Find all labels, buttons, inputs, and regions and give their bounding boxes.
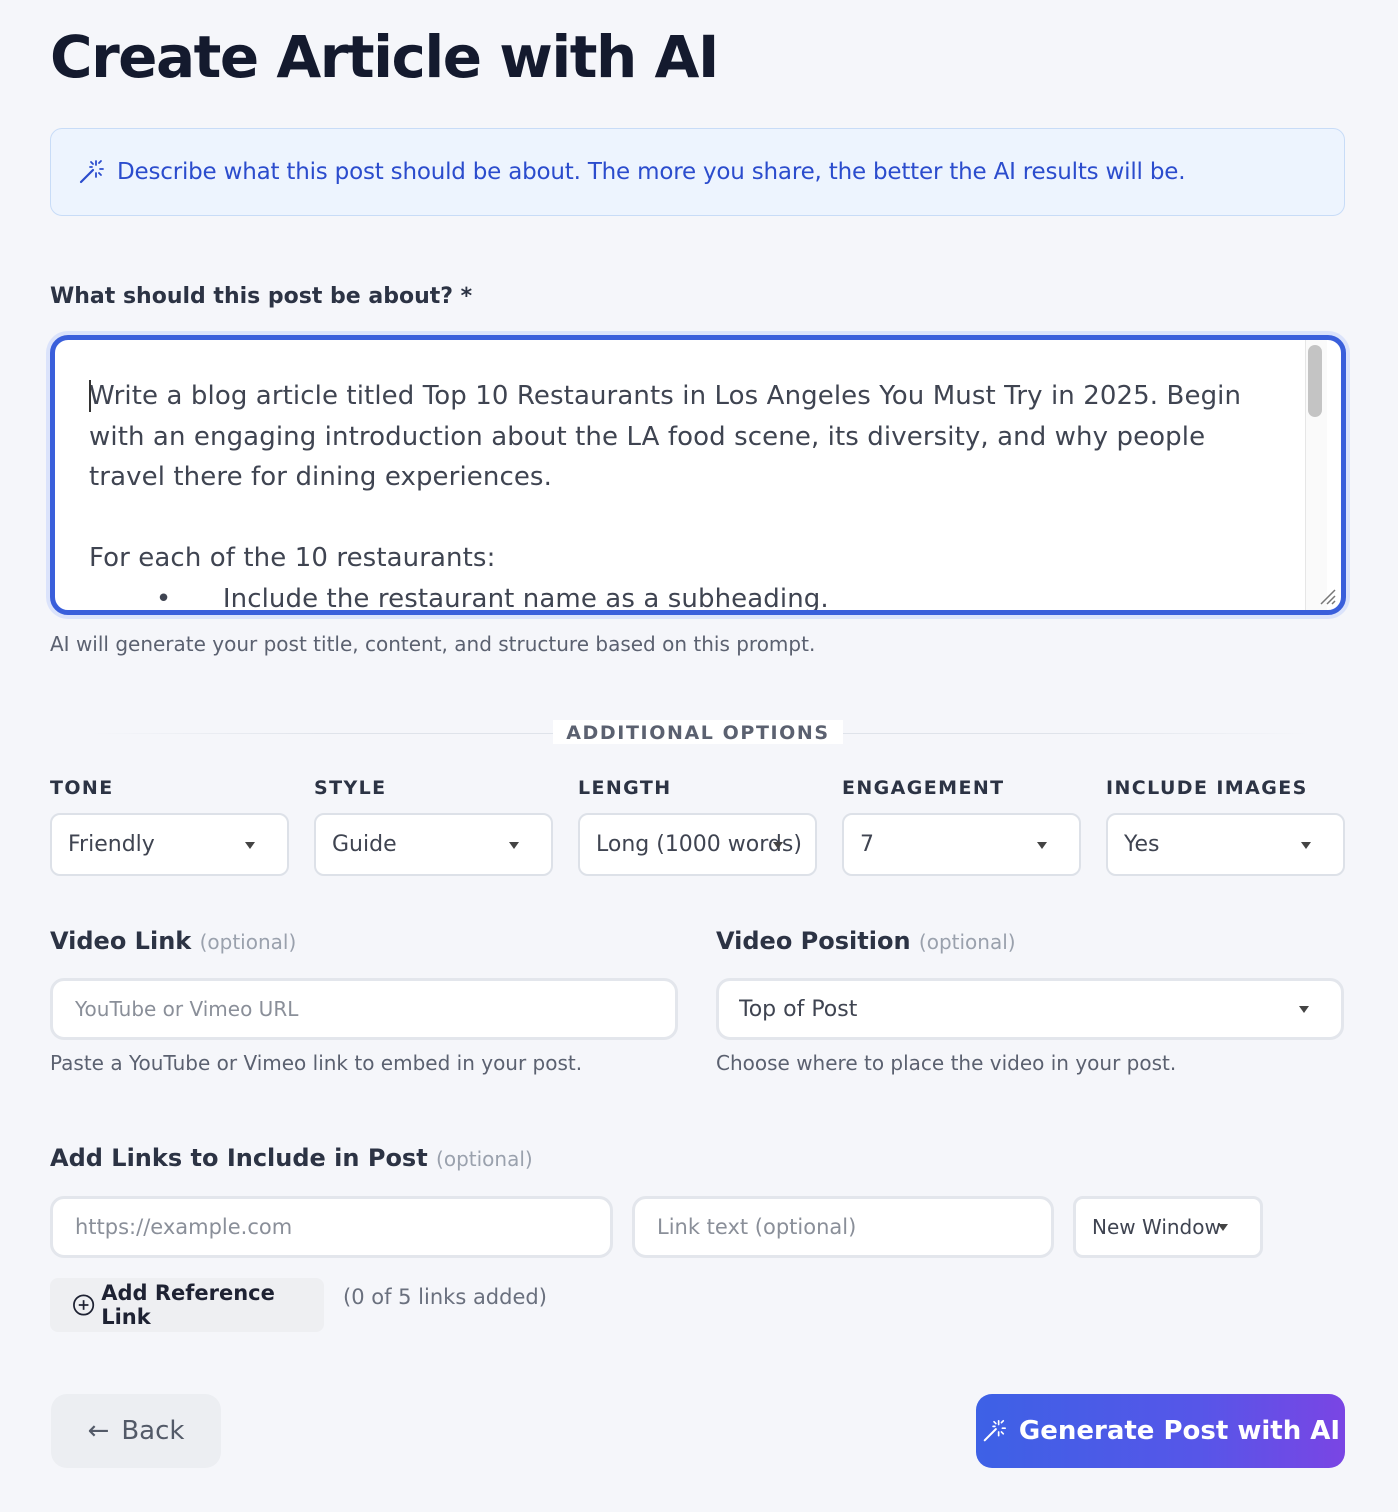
- video-link-input[interactable]: YouTube or Vimeo URL: [50, 978, 678, 1040]
- add-reference-link-label: Add Reference Link: [101, 1281, 275, 1329]
- page-title: Create Article with AI: [50, 23, 719, 91]
- generate-post-button[interactable]: Generate Post with AI: [976, 1394, 1345, 1468]
- textarea-scroll-thumb[interactable]: [1308, 345, 1322, 417]
- video-link-label-text: Video Link: [50, 927, 192, 955]
- link-target-select[interactable]: New Window: [1073, 1196, 1263, 1258]
- style-select[interactable]: Guide: [314, 813, 553, 876]
- video-link-label: Video Link (optional): [50, 927, 296, 955]
- optional-tag: (optional): [199, 930, 297, 954]
- include-images-select[interactable]: Yes: [1106, 813, 1345, 876]
- resize-grip-icon[interactable]: [1315, 584, 1337, 606]
- prompt-text[interactable]: Write a blog article titled Top 10 Resta…: [89, 376, 1281, 610]
- links-label: Add Links to Include in Post (optional): [50, 1144, 533, 1172]
- prompt-label: What should this post be about? *: [50, 284, 473, 309]
- video-link-placeholder: YouTube or Vimeo URL: [75, 997, 299, 1021]
- chevron-down-icon: [1299, 1006, 1309, 1013]
- video-link-hint: Paste a YouTube or Vimeo link to embed i…: [50, 1051, 583, 1075]
- video-position-hint: Choose where to place the video in your …: [716, 1051, 1177, 1075]
- magic-wand-icon: [79, 160, 104, 184]
- video-position-label: Video Position (optional): [716, 927, 1016, 955]
- optional-tag: (optional): [918, 930, 1016, 954]
- chevron-down-icon: [1301, 841, 1311, 849]
- video-position-label-text: Video Position: [716, 927, 911, 955]
- options-heading: ADDITIONAL OPTIONS: [553, 720, 843, 744]
- info-banner: Describe what this post should be about.…: [50, 128, 1345, 216]
- add-reference-link-button[interactable]: Add Reference Link: [50, 1278, 324, 1332]
- link-text-input[interactable]: Link text (optional): [632, 1196, 1054, 1258]
- link-text-placeholder: Link text (optional): [657, 1215, 857, 1239]
- prompt-hint: AI will generate your post title, conten…: [50, 632, 816, 656]
- text-caret: [89, 380, 91, 412]
- links-count: (0 of 5 links added): [343, 1285, 547, 1309]
- chevron-down-icon: [509, 841, 519, 849]
- optional-tag: (optional): [436, 1147, 533, 1171]
- info-text: Describe what this post should be about.…: [117, 159, 1186, 185]
- length-label: LENGTH: [578, 777, 672, 799]
- link-url-placeholder: https://example.com: [75, 1215, 293, 1239]
- chevron-down-icon: [1037, 841, 1047, 849]
- tone-label: TONE: [50, 777, 114, 799]
- back-label: Back: [121, 1416, 185, 1446]
- generate-label: Generate Post with AI: [1018, 1416, 1341, 1446]
- links-label-text: Add Links to Include in Post: [50, 1144, 428, 1172]
- magic-wand-icon: [983, 1419, 1006, 1442]
- style-label: STYLE: [314, 777, 387, 799]
- link-target-value: New Window: [1092, 1215, 1221, 1239]
- video-position-select[interactable]: Top of Post: [716, 978, 1344, 1040]
- video-position-value: Top of Post: [739, 996, 858, 1022]
- engagement-label: ENGAGEMENT: [842, 777, 1005, 799]
- length-select[interactable]: Long (1000 words): [578, 813, 817, 876]
- arrow-left-icon: ←: [87, 1416, 110, 1446]
- create-article-page: Create Article with AI Describe what thi…: [0, 0, 1398, 1512]
- plus-circle-icon: [73, 1294, 95, 1316]
- chevron-down-icon: [773, 841, 783, 849]
- back-button[interactable]: ← Back: [51, 1394, 221, 1468]
- engagement-select[interactable]: 7: [842, 813, 1081, 876]
- include-images-label: INCLUDE IMAGES: [1106, 777, 1308, 799]
- link-url-input[interactable]: https://example.com: [50, 1196, 613, 1258]
- tone-select[interactable]: Friendly: [50, 813, 289, 876]
- chevron-down-icon: [245, 841, 255, 849]
- chevron-down-icon: [1218, 1224, 1228, 1231]
- prompt-textarea[interactable]: Write a blog article titled Top 10 Resta…: [50, 335, 1346, 615]
